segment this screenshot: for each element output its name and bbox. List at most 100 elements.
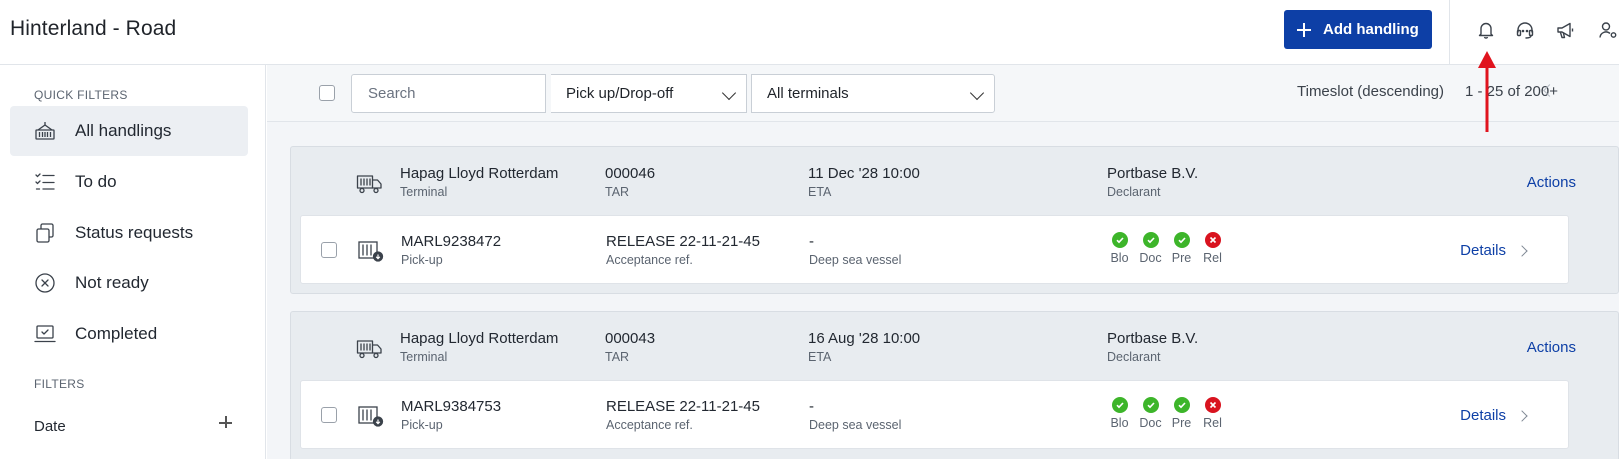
- sidebar-item-label: Status requests: [75, 223, 194, 242]
- sidebar-item-not-ready[interactable]: Not ready: [10, 258, 248, 308]
- sidebar: QUICK FILTERS All handlings To do Status…: [0, 65, 266, 459]
- sidebar-item-label: All handlings: [75, 121, 172, 140]
- row-checkbox[interactable]: [321, 407, 337, 423]
- acceptance-cell: RELEASE 22-11-21-45 Acceptance ref.: [606, 233, 760, 267]
- page-title: Hinterland - Road: [10, 17, 177, 40]
- status-label: Rel: [1203, 251, 1222, 265]
- acceptance-cell: RELEASE 22-11-21-45 Acceptance ref.: [606, 398, 760, 432]
- checklist-icon: [33, 170, 57, 194]
- status-label: Doc: [1139, 416, 1162, 430]
- terminal-value: Hapag Lloyd Rotterdam: [400, 165, 559, 182]
- declarant-label: Declarant: [1107, 185, 1161, 199]
- details-link[interactable]: Details: [1460, 407, 1528, 424]
- chevron-right-icon: [1516, 244, 1528, 257]
- sidebar-item-to-do[interactable]: To do: [10, 157, 248, 207]
- app-header: Hinterland - Road Add handling: [0, 0, 1619, 65]
- declarant-cell: Portbase B.V. Declarant: [1107, 165, 1198, 199]
- check-icon: [1142, 232, 1159, 248]
- container-pickup-icon: [357, 239, 385, 263]
- add-handling-label: Add handling: [1323, 21, 1419, 38]
- add-handling-button[interactable]: Add handling: [1284, 10, 1432, 49]
- details-link[interactable]: Details: [1460, 242, 1528, 259]
- filters-heading: FILTERS: [34, 377, 85, 391]
- sidebar-item-label: To do: [75, 172, 117, 191]
- quick-filters-heading: QUICK FILTERS: [34, 88, 128, 102]
- container-type: Pick-up: [401, 418, 443, 432]
- container-number: MARL9238472: [401, 233, 502, 250]
- error-x-icon: [1204, 232, 1221, 248]
- status-doc: Doc: [1135, 397, 1166, 430]
- acceptance-ref-value: RELEASE 22-11-21-45: [606, 398, 760, 415]
- status-label: Rel: [1203, 416, 1222, 430]
- details-label: Details: [1460, 242, 1506, 259]
- terminal-label: Terminal: [400, 185, 448, 199]
- tar-label: TAR: [605, 185, 630, 199]
- truck-icon: [356, 337, 384, 361]
- vessel-value: -: [809, 233, 814, 250]
- sidebar-item-completed[interactable]: Completed: [10, 309, 248, 359]
- status-label: Blo: [1110, 251, 1129, 265]
- vessel-label: Deep sea vessel: [809, 418, 902, 432]
- handling-row: MARL9384753 Pick-up RELEASE 22-11-21-45 …: [300, 380, 1569, 449]
- actions-link[interactable]: Actions: [1527, 339, 1576, 356]
- search-input[interactable]: [351, 74, 546, 113]
- filter-date-label: Date: [34, 418, 66, 435]
- terminal-cell: Hapag Lloyd Rotterdam Terminal: [400, 165, 558, 199]
- container-number: MARL9384753: [401, 398, 502, 415]
- chevron-down-icon: [721, 85, 737, 101]
- declarant-value: Portbase B.V.: [1107, 330, 1199, 347]
- sidebar-item-status-requests[interactable]: Status requests: [10, 208, 248, 258]
- type-select[interactable]: Pick up/Drop-off: [551, 74, 747, 113]
- tar-value: 000046: [605, 165, 656, 182]
- status-label: Blo: [1110, 416, 1129, 430]
- tar-cell: 000043 TAR: [605, 330, 655, 364]
- terminal-cell: Hapag Lloyd Rotterdam Terminal: [400, 330, 558, 364]
- tar-value: 000043: [605, 330, 656, 347]
- status-blo: Blo: [1104, 232, 1135, 265]
- row-checkbox[interactable]: [321, 242, 337, 258]
- vessel-cell: - Deep sea vessel: [809, 233, 901, 267]
- chevron-down-icon: [969, 85, 985, 101]
- terminal-select-value: All terminals: [767, 85, 849, 102]
- acceptance-ref-value: RELEASE 22-11-21-45: [606, 233, 760, 250]
- select-all-checkbox[interactable]: [319, 85, 335, 101]
- container-icon: [33, 119, 57, 143]
- megaphone-icon[interactable]: [1554, 19, 1576, 41]
- vessel-cell: - Deep sea vessel: [809, 398, 901, 432]
- eta-value: 11 Dec '28 10:00: [808, 165, 920, 182]
- handling-card: Hapag Lloyd Rotterdam Terminal 000046 TA…: [290, 146, 1619, 294]
- eta-label: ETA: [808, 350, 832, 364]
- status-rel: Rel: [1197, 232, 1228, 265]
- handling-card-header: Hapag Lloyd Rotterdam Terminal 000046 TA…: [291, 147, 1618, 216]
- terminal-value: Hapag Lloyd Rotterdam: [400, 330, 559, 347]
- vessel-value: -: [809, 398, 814, 415]
- bell-icon[interactable]: [1475, 19, 1497, 41]
- header-divider: [1449, 0, 1450, 65]
- status-pre: Pre: [1166, 232, 1197, 265]
- chevron-right-icon: [1516, 409, 1528, 422]
- container-cell: MARL9238472 Pick-up: [401, 233, 501, 267]
- user-settings-icon[interactable]: [1597, 19, 1619, 41]
- status-label: Pre: [1171, 416, 1192, 430]
- copy-icon: [33, 221, 57, 245]
- terminal-label: Terminal: [400, 350, 448, 364]
- status-rel: Rel: [1197, 397, 1228, 430]
- headset-icon[interactable]: [1514, 19, 1536, 41]
- vessel-label: Deep sea vessel: [809, 253, 902, 267]
- container-pickup-icon: [357, 404, 385, 428]
- status-indicators: Blo Doc Pre Rel: [1104, 397, 1228, 430]
- main-content: Pick up/Drop-off All terminals Timeslot …: [267, 65, 1619, 459]
- add-filter-plus-icon[interactable]: [218, 414, 234, 430]
- declarant-cell: Portbase B.V. Declarant: [1107, 330, 1198, 364]
- declarant-label: Declarant: [1107, 350, 1161, 364]
- actions-link[interactable]: Actions: [1527, 174, 1576, 191]
- sidebar-item-all-handlings[interactable]: All handlings: [10, 106, 248, 156]
- type-select-value: Pick up/Drop-off: [566, 85, 674, 102]
- circle-x-icon: [33, 271, 57, 295]
- handling-row: MARL9238472 Pick-up RELEASE 22-11-21-45 …: [300, 215, 1569, 284]
- status-doc: Doc: [1135, 232, 1166, 265]
- terminal-select[interactable]: All terminals: [751, 74, 995, 113]
- eta-value: 16 Aug '28 10:00: [808, 330, 921, 347]
- status-label: Doc: [1139, 251, 1162, 265]
- sort-dropdown[interactable]: Timeslot (descending): [1297, 83, 1444, 100]
